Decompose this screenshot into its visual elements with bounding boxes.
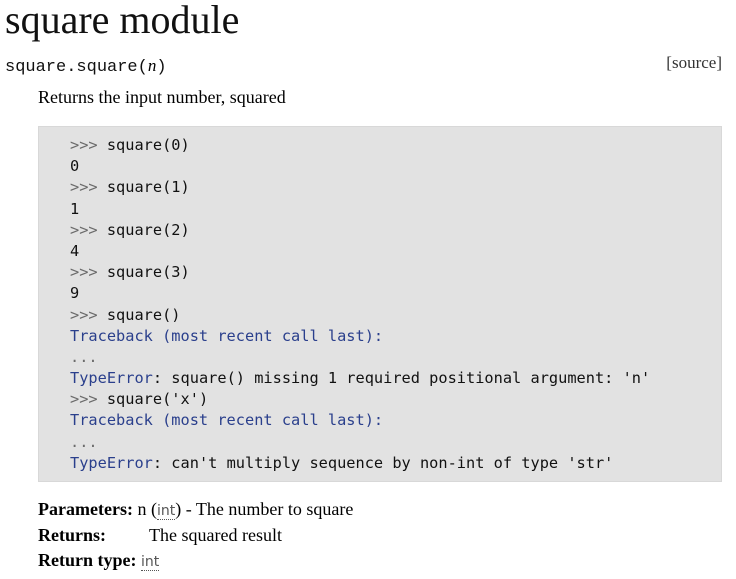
parameters-body: n (int) - The number to square [137,497,353,525]
param-desc: - The number to square [181,499,354,519]
error-message: : can't multiply sequence by non-int of … [152,453,614,472]
traceback-ellipsis: ... [70,432,98,451]
code-prompt: >>> [70,263,107,282]
code-line: >>> square('x') [70,389,721,410]
code-line: >>> square() [70,305,721,326]
code-output: 4 [70,241,80,260]
code-line: TypeError: square() missing 1 required p… [70,368,721,389]
error-message: : square() missing 1 required positional… [152,369,651,388]
code-line: 1 [70,199,721,220]
returns-desc: The squared result [149,524,282,545]
doctest-code-block: >>> square(0) 0 >>> square(1) 1 >>> square(2… [38,126,722,482]
function-description: Returns the input number, squared [38,87,286,107]
source-link[interactable]: [source] [666,53,722,73]
code-prompt: >>> [70,305,107,324]
signature-open-paren: ( [137,58,148,77]
parameters-label: Parameters: [38,499,133,519]
returns-row: Returns: The squared result [38,523,353,549]
code-prompt: >>> [70,220,107,239]
code-output: 9 [70,284,80,303]
code-line: ... [70,347,721,368]
code-line: 4 [70,241,721,262]
traceback-ellipsis: ... [70,347,98,366]
signature-close-paren: ) [156,58,167,77]
code-line: 0 [70,156,721,177]
code-line: >>> square(2) [70,220,721,241]
code-input: square(1) [106,178,190,197]
return-type-label: Return type: [38,550,137,570]
code-input: square() [106,305,181,324]
traceback-header: Traceback (most recent call last): [70,411,384,430]
code-line: ... [70,432,721,453]
code-line: TypeError: can't multiply sequence by no… [70,453,721,474]
code-prompt: >>> [70,136,107,154]
code-line: >>> square(0) [70,135,721,156]
code-prompt: >>> [70,390,107,409]
return-type-value[interactable]: int [140,554,160,571]
code-input: square('x') [106,390,209,409]
code-prompt: >>> [70,178,107,197]
signature-name: square.square [5,58,138,77]
return-type-row: Return type: int [38,548,353,574]
code-line: >>> square(1) [70,177,721,198]
code-output: 0 [70,157,80,176]
error-name: TypeError [70,453,153,472]
code-output: 1 [70,199,80,218]
page-title: square module [5,0,240,42]
traceback-header: Traceback (most recent call last): [70,326,384,345]
param-type[interactable]: int [156,503,176,520]
returns-label: Returns: [38,524,106,545]
code-input: square(0) [106,136,190,154]
field-list: Parameters: n (int) - The number to squa… [38,497,353,574]
code-input: square(3) [106,263,190,282]
parameters-row: Parameters: n (int) - The number to squa… [38,497,353,523]
code-line: Traceback (most recent call last): [70,326,721,347]
code-line: >>> square(3) [70,262,721,283]
function-signature: square.square(n) [source] [5,53,722,80]
code-line: Traceback (most recent call last): [70,410,721,431]
param-open: ( [146,499,157,519]
error-name: TypeError [70,369,153,388]
code-line: 9 [70,283,721,304]
code-input: square(2) [106,220,190,239]
